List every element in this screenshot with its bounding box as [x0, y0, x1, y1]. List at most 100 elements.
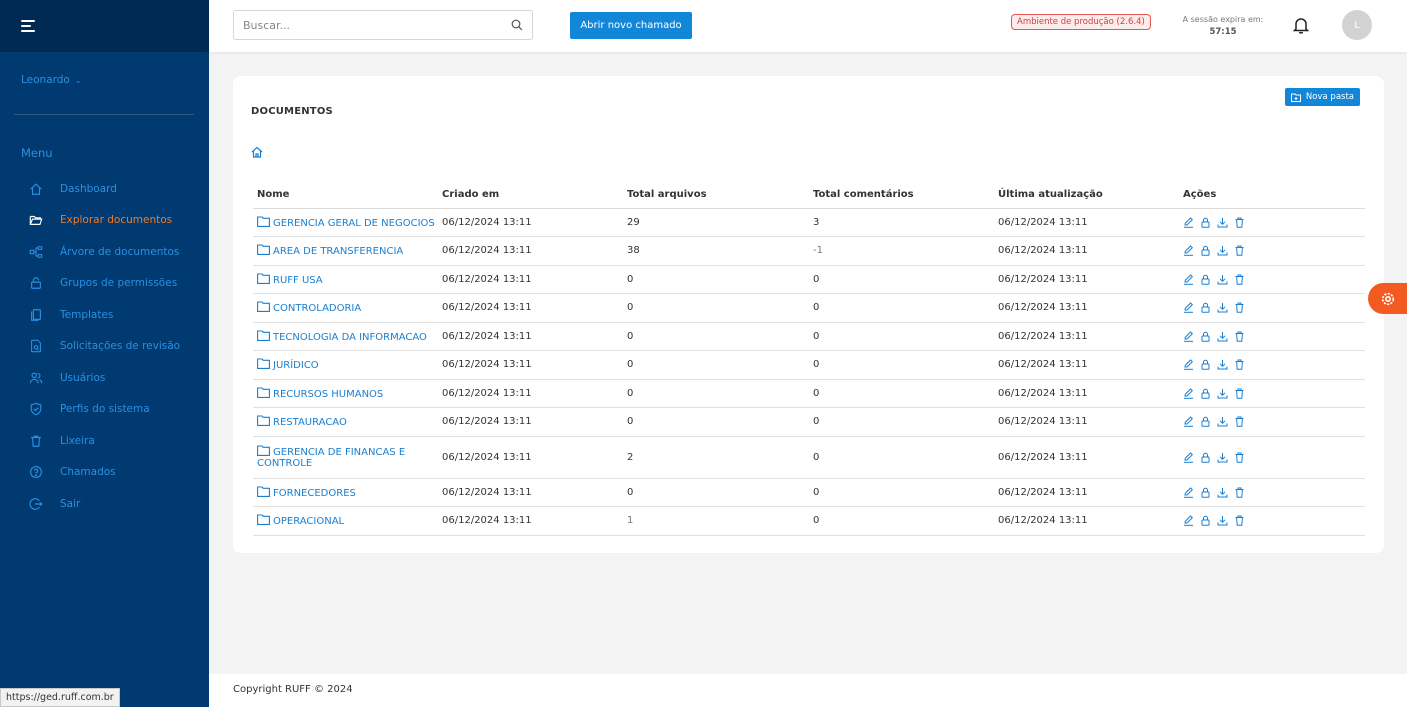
trash-icon[interactable] [1234, 487, 1245, 498]
cell-actions [1179, 322, 1365, 351]
sidebar-item-chamados[interactable]: Chamados [28, 457, 180, 489]
lock-icon[interactable] [1200, 245, 1211, 257]
download-icon[interactable] [1217, 217, 1228, 228]
download-icon[interactable] [1217, 331, 1228, 342]
trash-icon[interactable] [1234, 217, 1245, 228]
sidebar-item-dashboard[interactable]: Dashboard [28, 173, 180, 205]
lock-icon[interactable] [1200, 487, 1211, 498]
trash-icon[interactable] [1234, 331, 1245, 342]
download-icon[interactable] [1217, 245, 1228, 256]
table-row[interactable]: TECNOLOGIA DA INFORMACAO 06/12/2024 13:11… [253, 322, 1365, 351]
avatar[interactable]: L [1342, 10, 1372, 40]
sidebar-item-solicitacoes-revisao[interactable]: Solicitações de revisão [28, 331, 180, 363]
folder-link[interactable]: RESTAURACAO [257, 415, 347, 428]
table-row[interactable]: GERENCIA GERAL DE NEGOCIOS 06/12/2024 13:… [253, 208, 1365, 237]
download-icon[interactable] [1217, 274, 1228, 285]
sidebar-item-sair[interactable]: Sair [28, 488, 180, 520]
lock-icon[interactable] [1200, 331, 1211, 342]
edit-icon[interactable] [1183, 515, 1194, 527]
table-row[interactable]: RECURSOS HUMANOS 06/12/2024 13:11 0 0 06/12/… [253, 379, 1365, 408]
trash-icon[interactable] [1234, 388, 1245, 399]
table-row[interactable]: FORNECEDORES 06/12/2024 13:11 0 0 06/12/2024… [253, 478, 1365, 507]
sidebar-item-lixeira[interactable]: Lixeira [28, 425, 180, 457]
edit-icon[interactable] [1183, 245, 1194, 257]
folder-link[interactable]: JURÍDICO [257, 358, 319, 371]
cell-actions [1179, 506, 1365, 536]
col-header-nome[interactable]: Nome [253, 182, 438, 209]
floating-settings-button[interactable] [1368, 283, 1407, 314]
sidebar-item-perfis-sistema[interactable]: Perfis do sistema [28, 394, 180, 426]
lock-icon[interactable] [1200, 388, 1211, 399]
sidebar-item-usuarios[interactable]: Usuários [28, 362, 180, 394]
folder-link[interactable]: RUFF USA [257, 273, 323, 286]
sidebar-item-explorar-documentos[interactable]: Explorar documentos [28, 205, 180, 237]
search-icon[interactable] [511, 19, 523, 31]
table-row[interactable]: RUFF USA 06/12/2024 13:11 0 0 06/12/2024 13:… [253, 265, 1365, 294]
sidebar-item-grupos-permissoes[interactable]: Grupos de permissões [28, 268, 180, 300]
edit-icon[interactable] [1183, 274, 1194, 285]
download-icon[interactable] [1217, 388, 1228, 399]
cell-actions [1179, 236, 1365, 266]
new-folder-button[interactable]: Nova pasta [1284, 88, 1360, 106]
lock-icon[interactable] [1200, 359, 1211, 371]
trash-icon[interactable] [1234, 302, 1245, 314]
folder-link[interactable]: AREA DE TRANSFERENCIA [257, 244, 404, 258]
download-icon[interactable] [1217, 359, 1228, 370]
folder-link[interactable]: OPERACIONAL [257, 514, 344, 527]
home-icon [28, 181, 44, 197]
lock-icon[interactable] [1200, 452, 1211, 463]
folder-name: AREA DE TRANSFERENCIA [273, 246, 404, 258]
sidebar-item-arvore-documentos[interactable]: Árvore de documentos [28, 236, 180, 268]
help-circle-icon [28, 464, 44, 480]
table-row[interactable]: RESTAURACAO 06/12/2024 13:11 0 0 06/12/2024 … [253, 407, 1365, 437]
lock-icon[interactable] [1200, 217, 1211, 228]
lock-icon[interactable] [1200, 274, 1211, 285]
edit-icon[interactable] [1183, 416, 1194, 428]
open-ticket-button[interactable]: Abrir novo chamado [570, 12, 692, 39]
table-row[interactable]: AREA DE TRANSFERENCIA 06/12/2024 13:11 38-… [253, 236, 1365, 266]
download-icon[interactable] [1217, 416, 1228, 427]
trash-icon[interactable] [1234, 245, 1245, 257]
folder-link[interactable]: CONTROLADORIA [257, 301, 361, 314]
edit-icon[interactable] [1183, 487, 1194, 498]
download-icon[interactable] [1217, 302, 1228, 313]
edit-icon[interactable] [1183, 217, 1194, 228]
col-header-total-arquivos[interactable]: Total arquivos [623, 182, 809, 209]
trash-icon[interactable] [1234, 452, 1245, 463]
trash-icon[interactable] [1234, 274, 1245, 285]
trash-icon[interactable] [1234, 416, 1245, 428]
edit-icon[interactable] [1183, 451, 1194, 463]
edit-icon[interactable] [1183, 331, 1194, 342]
col-header-total-comentarios[interactable]: Total comentários [809, 182, 994, 209]
bell-icon[interactable] [1292, 16, 1310, 34]
download-icon[interactable] [1217, 452, 1228, 463]
download-icon[interactable] [1217, 487, 1228, 498]
user-menu[interactable]: Leonardo ⌄ [21, 74, 82, 86]
folder-link[interactable]: TECNOLOGIA DA INFORMACAO [257, 330, 427, 343]
edit-icon[interactable] [1183, 388, 1194, 399]
col-header-criado-em[interactable]: Criado em [438, 182, 623, 209]
lock-icon[interactable] [1200, 302, 1211, 314]
col-header-ultima-atualizacao[interactable]: Última atualização [994, 182, 1179, 209]
edit-icon[interactable] [1183, 359, 1194, 371]
table-row[interactable]: CONTROLADORIA 06/12/2024 13:11 0 0 06/12/202… [253, 293, 1365, 323]
trash-icon[interactable] [1234, 359, 1245, 371]
table-row[interactable]: GERENCIA DE FINANCAS E CONTROLE 06/12/202… [253, 436, 1365, 479]
breadcrumb-home-icon[interactable] [251, 146, 263, 158]
documents-table: Nome Criado em Total arquivos Total come… [253, 182, 1365, 536]
folder-link[interactable]: RECURSOS HUMANOS [257, 387, 383, 400]
trash-icon[interactable] [1234, 515, 1245, 527]
download-icon[interactable] [1217, 515, 1228, 526]
sidebar-item-templates[interactable]: Templates [28, 299, 180, 331]
cell-updated: 06/12/2024 13:11 [994, 208, 1179, 237]
folder-link[interactable]: FORNECEDORES [257, 486, 356, 499]
lock-icon[interactable] [1200, 515, 1211, 527]
table-row[interactable]: OPERACIONAL 06/12/2024 13:11 1 0 06/12/2024 … [253, 506, 1365, 536]
menu-toggle-icon[interactable] [21, 20, 35, 32]
table-row[interactable]: JURÍDICO 06/12/2024 13:11 0 0 06/12/2024 13:… [253, 350, 1365, 380]
folder-link[interactable]: GERENCIA DE FINANCAS E CONTROLE [257, 445, 405, 469]
edit-icon[interactable] [1183, 302, 1194, 314]
lock-icon[interactable] [1200, 416, 1211, 428]
folder-link[interactable]: GERENCIA GERAL DE NEGOCIOS [257, 216, 435, 229]
search-input[interactable] [234, 11, 494, 39]
